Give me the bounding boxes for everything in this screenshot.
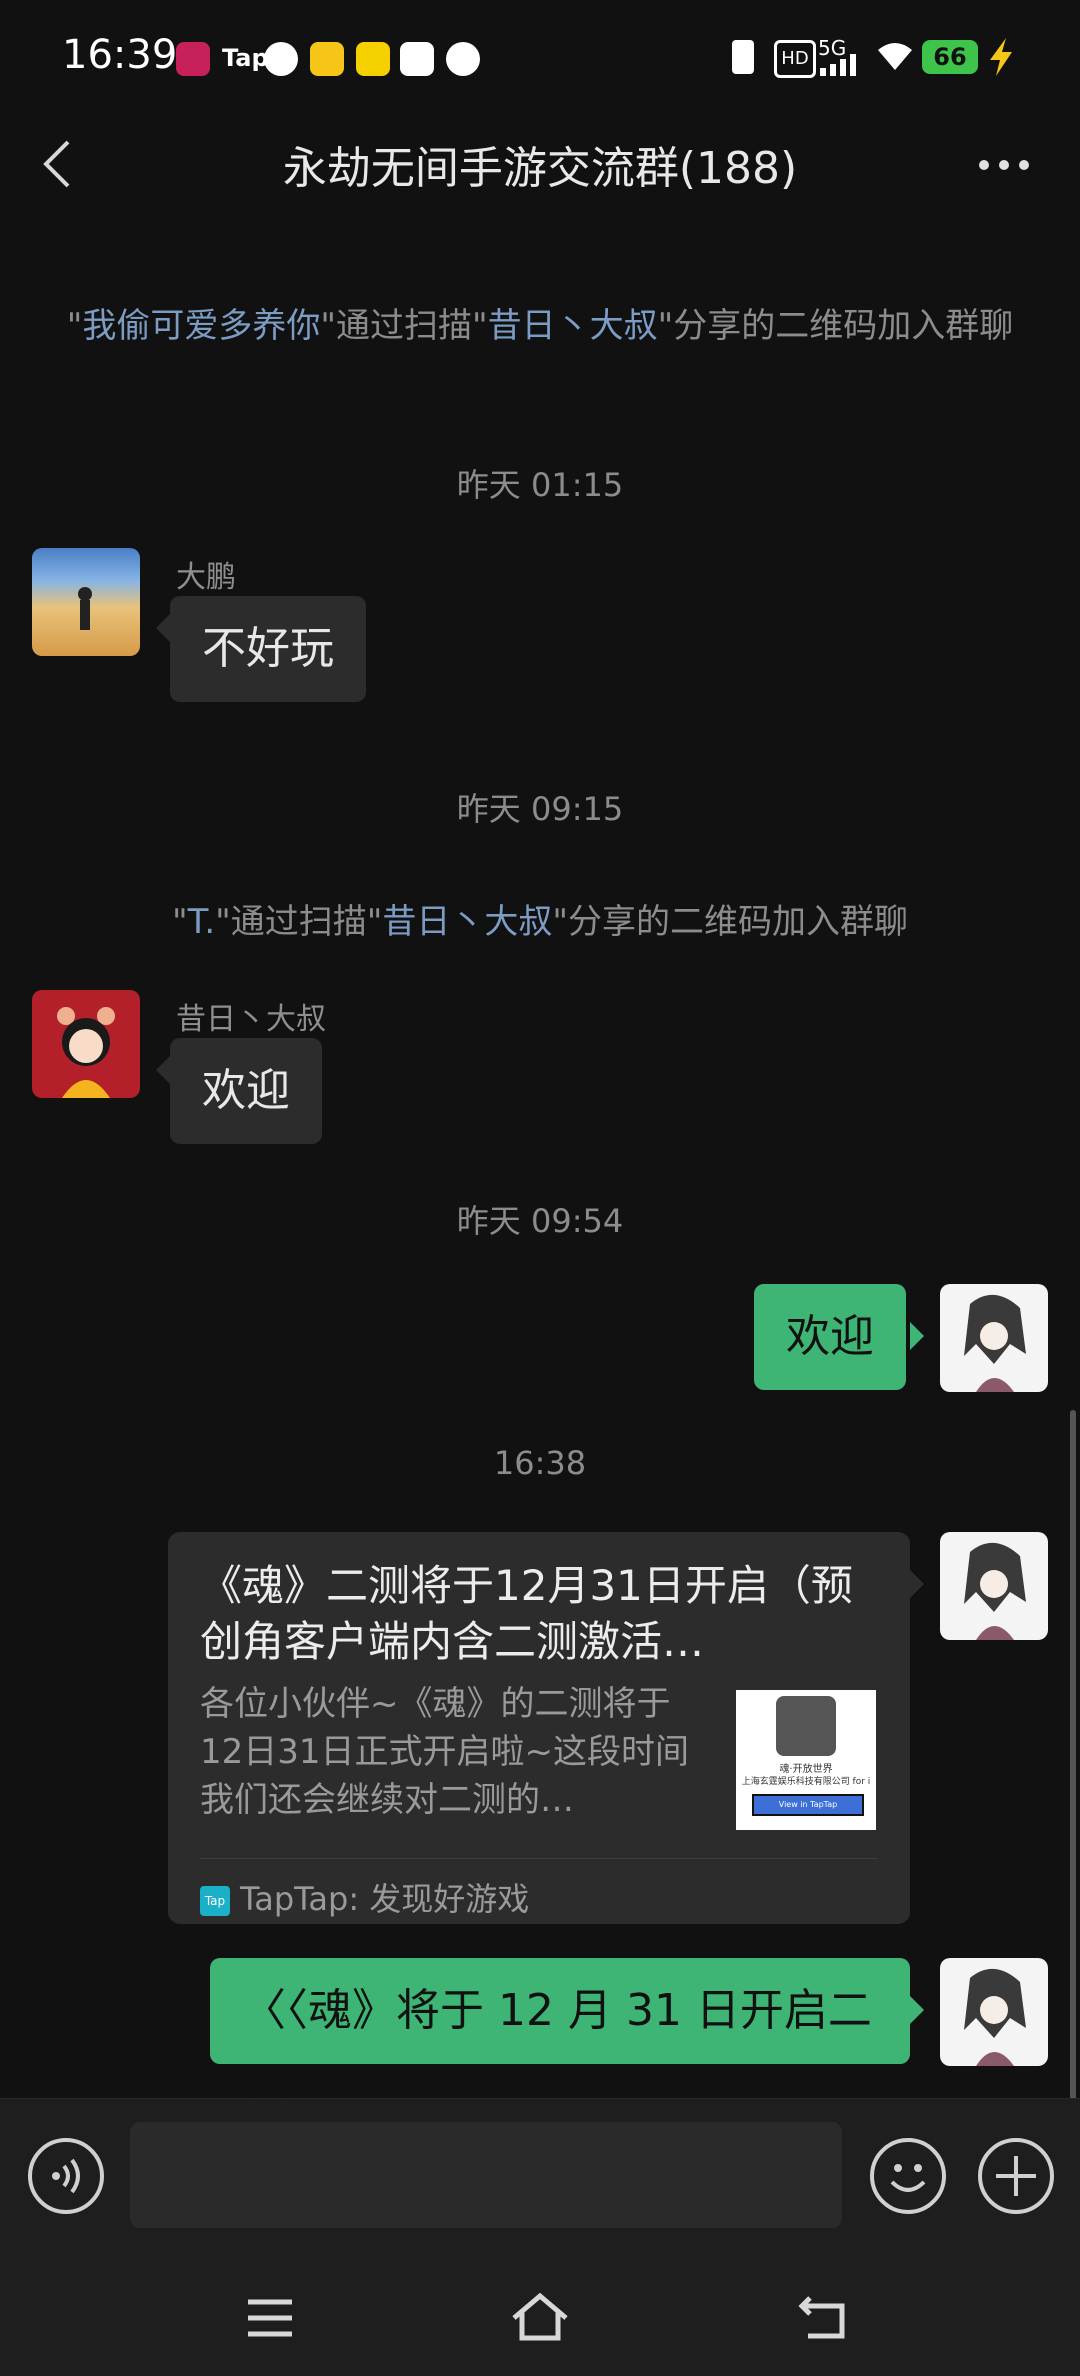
anime-character-icon: [964, 1968, 1026, 2066]
sharer-link[interactable]: 昔日丶大叔: [382, 902, 552, 942]
douyin-icon: [176, 42, 210, 76]
anime-character-icon: [964, 1542, 1026, 1640]
menu-nav-icon[interactable]: [246, 2296, 294, 2340]
bubble-tail: [156, 1056, 170, 1084]
system-nav-bar: [0, 2278, 1080, 2376]
message-bubble[interactable]: 不好玩: [170, 596, 366, 702]
status-bar: 16:39 Tap HD 5G 66: [0, 0, 1080, 120]
sender-name: 大鹏: [176, 560, 236, 595]
signal-icon: [820, 54, 856, 76]
taptap-status-icon: Tap: [222, 44, 269, 72]
voice-input-button[interactable]: [28, 2138, 104, 2214]
card-title: 《魂》二测将于12月31日开启（预创角客户端内含二测激活…: [200, 1561, 853, 1666]
source-label: TapTap: 发现好游戏: [240, 1880, 530, 1918]
mail-icon: [400, 42, 434, 76]
card-source: Tap TapTap: 发现好游戏: [200, 1874, 529, 1920]
user-link[interactable]: T.: [188, 902, 216, 942]
emoji-icon: [890, 2164, 926, 2192]
bubble-tail: [910, 1996, 924, 2024]
card-thumbnail: 魂·开放世界 上海玄霆娱乐科技有限公司 for i View in TapTap: [736, 1690, 876, 1830]
game-logo-icon: [776, 1696, 836, 1756]
timestamp: 16:38: [493, 1444, 587, 1482]
my-message-bubble[interactable]: 〈〈魂》将于 12 月 31 日开启二测: [210, 1958, 910, 2142]
system-text: "通过扫描": [320, 306, 488, 346]
link-card[interactable]: 《魂》二测将于12月31日开启（预创角客户端内含二测激活… 各位小伙伴~《魂》的…: [168, 1532, 910, 1924]
back-nav-icon[interactable]: [798, 2292, 850, 2342]
cartoon-girl-icon: [57, 1007, 115, 1098]
avatar[interactable]: [32, 548, 140, 656]
emoji-button[interactable]: [870, 2138, 946, 2214]
divider: [200, 1858, 878, 1859]
bubble-tail: [910, 1570, 924, 1598]
my-avatar[interactable]: [940, 1958, 1048, 2066]
hd-icon: HD: [774, 40, 816, 78]
chat-title: 永劫无间手游交流群(188): [282, 143, 798, 194]
system-message-join: "我偷可爱多养你"通过扫描"昔日丶大叔"分享的二维码加入群聊: [60, 302, 1020, 350]
timestamp: 昨天 09:15: [456, 790, 624, 828]
system-message-join: "T."通过扫描"昔日丶大叔"分享的二维码加入群聊: [60, 898, 1020, 946]
quote: ": [171, 902, 188, 942]
user-link[interactable]: 我偷可爱多养你: [82, 306, 320, 346]
speed-icon: [264, 42, 298, 76]
message-bubble[interactable]: 欢迎: [170, 1038, 322, 1144]
my-avatar[interactable]: [940, 1532, 1048, 1640]
timestamp: 昨天 09:54: [456, 1202, 624, 1240]
add-button[interactable]: [978, 2138, 1054, 2214]
home-nav-icon[interactable]: [510, 2290, 570, 2342]
more-options-icon[interactable]: [976, 150, 1032, 180]
taptap-icon: Tap: [200, 1886, 230, 1916]
meituan-icon: [310, 42, 344, 76]
my-avatar[interactable]: [940, 1284, 1048, 1392]
thumbnail-button: View in TapTap: [752, 1794, 864, 1816]
app-check-icon: [356, 42, 390, 76]
timestamp: 昨天 01:15: [456, 466, 624, 504]
bubble-tail: [910, 1322, 924, 1350]
thumbnail-title: 魂·开放世界: [779, 1764, 833, 1775]
system-text: "分享的二维码加入群聊: [552, 902, 909, 942]
vibrate-icon: [732, 40, 754, 74]
plus-icon: [996, 2156, 1036, 2196]
sender-name: 昔日丶大叔: [176, 1002, 326, 1037]
sharer-link[interactable]: 昔日丶大叔: [488, 306, 658, 346]
avatar[interactable]: [32, 990, 140, 1098]
status-time: 16:39: [62, 32, 178, 78]
charging-icon: [990, 38, 1012, 76]
message-input[interactable]: [130, 2122, 842, 2228]
battery-icon: 66: [922, 40, 978, 74]
system-text: "分享的二维码加入群聊: [657, 306, 1014, 346]
quote: ": [66, 306, 83, 346]
card-description: 各位小伙伴~《魂》的二测将于12日31日正式开启啦~这段时间我们还会继续对二测的…: [200, 1684, 690, 1820]
wifi-icon: [878, 43, 912, 70]
voice-icon: [52, 2158, 80, 2194]
system-text: "通过扫描": [215, 902, 383, 942]
wechat-icon: [446, 42, 480, 76]
thumbnail-company: 上海玄霆娱乐科技有限公司 for i: [741, 1777, 871, 1787]
person-icon: [78, 587, 92, 630]
anime-character-icon: [964, 1294, 1026, 1392]
scrollbar[interactable]: [1070, 1410, 1076, 2100]
my-message-bubble[interactable]: 欢迎: [754, 1284, 906, 1390]
bubble-tail: [156, 614, 170, 642]
